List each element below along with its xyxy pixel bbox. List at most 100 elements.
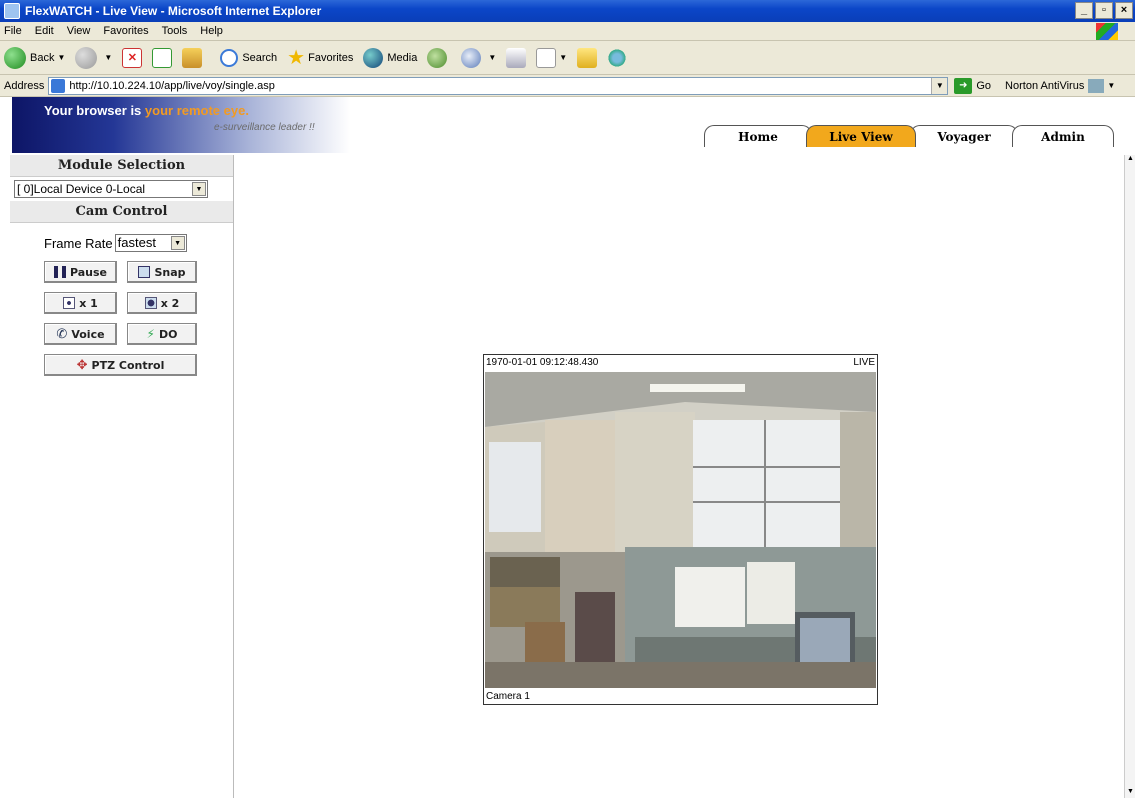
chevron-down-icon: ▼: [192, 182, 206, 196]
norton-icon: [1088, 78, 1105, 93]
pause-button[interactable]: Pause: [44, 261, 117, 283]
tab-admin[interactable]: Admin: [1012, 125, 1114, 147]
go-button[interactable]: ➜ Go: [954, 77, 992, 94]
do-label: DO: [158, 327, 178, 341]
frame-rate-label: Frame Rate: [44, 235, 113, 251]
window-title: FlexWATCH - Live View - Microsoft Intern…: [25, 4, 322, 18]
tab-voyager[interactable]: Voyager: [910, 125, 1018, 147]
forward-button[interactable]: ▼: [75, 46, 112, 69]
menu-view[interactable]: View: [67, 25, 91, 37]
ptz-control-button[interactable]: ✥ PTZ Control: [44, 354, 197, 376]
star-icon: ★: [287, 47, 306, 69]
pause-icon: [53, 266, 66, 278]
media-button[interactable]: Media: [363, 47, 418, 68]
search-icon: [220, 48, 239, 67]
camera-icon: [138, 266, 151, 278]
messenger-icon: [607, 47, 628, 68]
mail-icon: [461, 47, 482, 68]
x1-label: x 1: [79, 296, 98, 310]
refresh-button[interactable]: [152, 47, 173, 68]
menu-bar: File Edit View Favorites Tools Help: [0, 22, 1135, 41]
camera-name-label: Camera 1: [486, 691, 530, 702]
search-button[interactable]: Search: [220, 48, 278, 67]
frame-rate-select[interactable]: fastest ▼: [114, 234, 187, 252]
do-button[interactable]: ⚡ DO: [127, 323, 197, 345]
zoom-large-icon: [144, 297, 157, 309]
stop-icon: ✕: [122, 47, 143, 68]
messenger-button[interactable]: [607, 47, 628, 68]
url-input[interactable]: http://10.10.224.10/app/live/voy/single.…: [48, 76, 949, 95]
go-label: Go: [976, 79, 992, 92]
page-scrollbar[interactable]: ▲ ▼: [1124, 155, 1135, 798]
button-row-2: x 1 x 2: [44, 292, 233, 314]
tab-home[interactable]: Home: [704, 125, 812, 147]
maximize-button[interactable]: ▫: [1095, 2, 1113, 19]
back-label: Back: [30, 51, 55, 64]
go-arrow-icon: ➜: [954, 77, 973, 94]
camera-feed-image[interactable]: [485, 372, 876, 688]
digital-output-icon: ⚡: [146, 327, 155, 341]
minimize-button[interactable]: _: [1075, 2, 1093, 19]
stop-button[interactable]: ✕: [122, 47, 143, 68]
home-button[interactable]: [182, 47, 203, 68]
menu-tools[interactable]: Tools: [162, 25, 188, 37]
scroll-up-icon[interactable]: ▲: [1125, 155, 1135, 165]
chevron-down-icon: ▼: [559, 53, 568, 62]
office-scene-image: [485, 372, 876, 688]
back-button[interactable]: Back ▼: [4, 46, 66, 69]
media-label: Media: [387, 51, 418, 64]
banner-tagline: Your browser is your remote eye.: [44, 103, 249, 118]
cam-control-heading: Cam Control: [10, 201, 233, 223]
history-icon: [427, 47, 448, 68]
refresh-icon: [152, 47, 173, 68]
zoom-x2-button[interactable]: x 2: [127, 292, 197, 314]
menu-help[interactable]: Help: [200, 25, 223, 37]
phone-icon: ✆: [56, 326, 68, 342]
close-button[interactable]: ×: [1115, 2, 1133, 19]
menu-favorites[interactable]: Favorites: [103, 25, 148, 37]
snap-label: Snap: [154, 265, 186, 279]
site-banner: Your browser is your remote eye. e-surve…: [0, 97, 1135, 155]
scroll-down-icon[interactable]: ▼: [1125, 788, 1135, 798]
media-icon: [363, 47, 384, 68]
favorites-button[interactable]: ★ Favorites: [287, 45, 353, 70]
norton-label: Norton AntiVirus: [1005, 79, 1085, 92]
windows-logo-icon: [1096, 23, 1118, 40]
discuss-button[interactable]: [577, 47, 598, 68]
frame-rate-value: fastest: [117, 235, 156, 250]
button-row-3: ✆ Voice ⚡ DO: [44, 323, 233, 345]
print-button[interactable]: [506, 47, 527, 68]
video-timestamp: 1970-01-01 09:12:48.430: [486, 357, 599, 368]
zoom-x1-button[interactable]: x 1: [44, 292, 117, 314]
back-arrow-icon: [4, 46, 26, 69]
module-selection-heading: Module Selection: [10, 155, 233, 177]
video-status: LIVE: [853, 357, 875, 368]
menu-edit[interactable]: Edit: [35, 25, 54, 37]
tab-live-view[interactable]: Live View: [806, 125, 916, 147]
frame-rate-row: Frame Rate fastest ▼: [44, 234, 233, 252]
nav-tabs: Home Live View Voyager Admin: [704, 125, 1114, 147]
camera-video-panel: 1970-01-01 09:12:48.430 LIVE Camera 1: [483, 354, 878, 705]
print-icon: [506, 47, 527, 68]
address-label: Address: [4, 79, 45, 92]
chevron-down-icon: ▼: [57, 53, 66, 62]
mail-button[interactable]: ▼: [461, 47, 497, 68]
ptz-label: PTZ Control: [91, 358, 165, 372]
chevron-down-icon: ▼: [488, 53, 497, 62]
norton-antivirus-button[interactable]: Norton AntiVirus ▼: [1005, 78, 1115, 93]
history-button[interactable]: [427, 47, 451, 68]
zoom-small-icon: [63, 297, 76, 309]
module-select[interactable]: [ 0]Local Device 0-Local ▼: [14, 180, 208, 198]
module-select-value: [ 0]Local Device 0-Local: [17, 182, 146, 196]
page-icon: [51, 78, 66, 93]
forward-arrow-icon: [75, 46, 98, 69]
search-label: Search: [242, 51, 278, 64]
voice-button[interactable]: ✆ Voice: [44, 323, 117, 345]
snap-button[interactable]: Snap: [127, 261, 197, 283]
ie-icon: [4, 3, 20, 19]
favorites-label: Favorites: [308, 51, 354, 64]
banner-subline: e-surveillance leader !!: [214, 122, 315, 133]
menu-file[interactable]: File: [4, 25, 22, 37]
edit-button[interactable]: ▼: [536, 47, 568, 68]
address-dropdown-button[interactable]: ▼: [931, 77, 948, 94]
